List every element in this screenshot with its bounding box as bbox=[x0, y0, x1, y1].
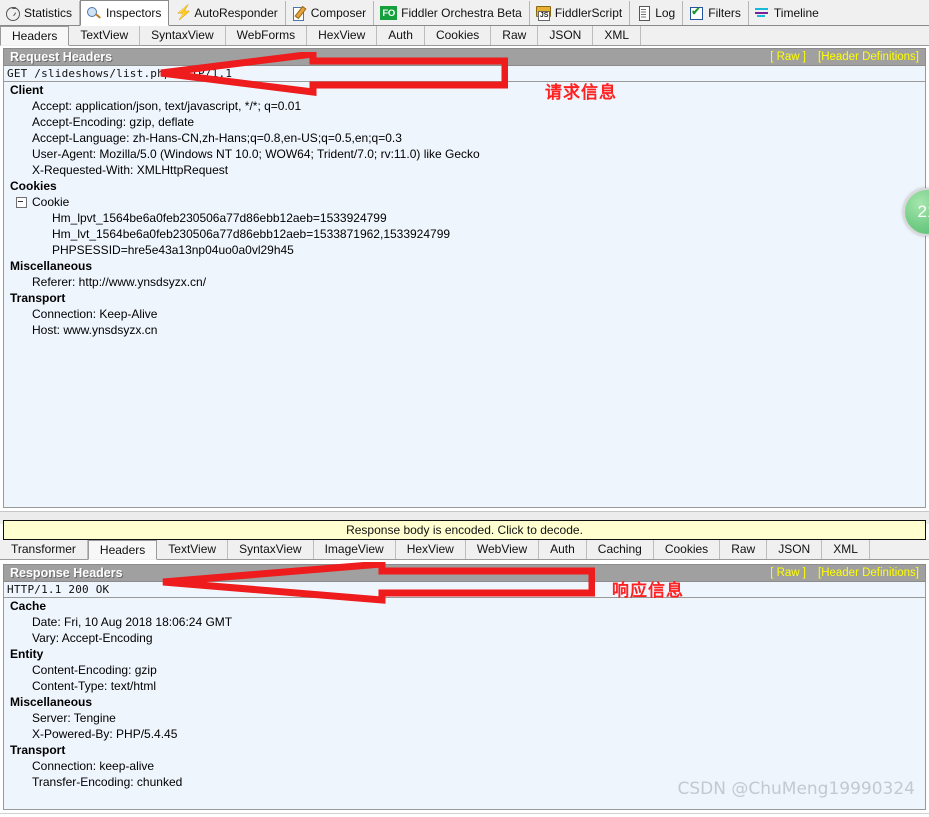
response-subtab-hexview[interactable]: HexView bbox=[396, 540, 466, 559]
cookie-node-label: Cookie bbox=[32, 195, 70, 209]
request-subtab-hexview[interactable]: HexView bbox=[307, 26, 378, 45]
request-raw-link[interactable]: [ Raw ] bbox=[770, 51, 806, 63]
timeline-bars-icon bbox=[754, 6, 770, 21]
response-subtab-json[interactable]: JSON bbox=[767, 540, 823, 559]
magnifier-icon bbox=[87, 6, 102, 21]
response-status-line: HTTP/1.1 200 OK bbox=[3, 582, 926, 598]
tab-fiddlerscript[interactable]: FiddlerScript bbox=[529, 1, 631, 25]
tab-inspectors[interactable]: Inspectors bbox=[80, 0, 170, 26]
header-item: Accept-Language: zh-Hans-CN,zh-Hans;q=0.… bbox=[32, 131, 402, 145]
response-subtab-auth[interactable]: Auth bbox=[539, 540, 587, 559]
response-subtab-webview[interactable]: WebView bbox=[466, 540, 540, 559]
header-item: Content-Encoding: gzip bbox=[32, 663, 157, 677]
tab-statistics[interactable]: Statistics bbox=[0, 1, 81, 25]
request-subtab-syntaxview[interactable]: SyntaxView bbox=[140, 26, 226, 45]
tab-label: Statistics bbox=[24, 6, 73, 20]
request-subtab-raw[interactable]: Raw bbox=[491, 26, 539, 45]
header-item: X-Powered-By: PHP/5.4.45 bbox=[32, 727, 178, 741]
tab-fiddler-orchestra-beta[interactable]: FO Fiddler Orchestra Beta bbox=[374, 1, 530, 25]
request-header-definitions-link[interactable]: [Header Definitions] bbox=[818, 51, 919, 63]
response-header-definitions-link[interactable]: [Header Definitions] bbox=[818, 567, 919, 579]
tab-label: FiddlerScript bbox=[554, 6, 623, 20]
log-document-icon bbox=[636, 5, 651, 21]
header-item: Referer: http://www.ynsdsyzx.cn/ bbox=[32, 275, 207, 289]
request-headers-body: Client Accept: application/json, text/ja… bbox=[3, 82, 926, 508]
page-bottom-edge bbox=[0, 813, 929, 817]
request-subtab-headers[interactable]: Headers bbox=[0, 25, 70, 46]
response-subtab-imageview[interactable]: ImageView bbox=[314, 540, 396, 559]
request-headers-title: Request Headers bbox=[10, 50, 113, 64]
request-subtab-xml[interactable]: XML bbox=[593, 26, 642, 45]
header-item: User-Agent: Mozilla/5.0 (Windows NT 10.0… bbox=[32, 147, 480, 161]
filters-checkbox-icon bbox=[689, 5, 704, 21]
response-headers-bar: Response Headers [ Raw ] [Header Definit… bbox=[3, 564, 926, 582]
header-group-label: Entity bbox=[10, 647, 44, 661]
header-item: Accept-Encoding: gzip, deflate bbox=[32, 115, 195, 129]
tab-label: Filters bbox=[708, 6, 741, 20]
response-subtab-headers[interactable]: Headers bbox=[87, 539, 158, 560]
tab-label: Composer bbox=[310, 6, 367, 20]
request-subtab-cookies[interactable]: Cookies bbox=[425, 26, 492, 45]
header-group-label: Transport bbox=[10, 743, 66, 757]
response-subtab-strip: Transformer Headers TextView SyntaxView … bbox=[0, 539, 929, 560]
main-tab-strip: Statistics Inspectors AutoResponder Comp… bbox=[0, 0, 929, 26]
header-group-label: Transport bbox=[10, 291, 66, 305]
tab-autoresponder[interactable]: AutoResponder bbox=[169, 1, 286, 25]
decode-banner[interactable]: Response body is encoded. Click to decod… bbox=[3, 520, 926, 540]
tab-composer[interactable]: Composer bbox=[285, 1, 375, 25]
response-subtab-caching[interactable]: Caching bbox=[587, 540, 654, 559]
fiddlerscript-icon bbox=[535, 5, 551, 21]
header-group-label: Miscellaneous bbox=[10, 695, 93, 709]
header-group-label: Cache bbox=[10, 599, 47, 613]
tab-label: Fiddler Orchestra Beta bbox=[401, 6, 522, 20]
tab-timeline[interactable]: Timeline bbox=[748, 1, 826, 25]
request-subtab-json[interactable]: JSON bbox=[538, 26, 594, 45]
response-subtab-xml[interactable]: XML bbox=[822, 540, 870, 559]
request-line: GET /slideshows/list.php HTTP/1.1 bbox=[3, 66, 926, 82]
cookie-value: Hm_lpvt_1564be6a0feb230506a77d86ebb12aeb… bbox=[52, 211, 387, 225]
header-item: Host: www.ynsdsyzx.cn bbox=[32, 323, 158, 337]
response-subtab-raw[interactable]: Raw bbox=[720, 540, 768, 559]
request-subtab-webforms[interactable]: WebForms bbox=[226, 26, 308, 45]
header-item: X-Requested-With: XMLHttpRequest bbox=[32, 163, 229, 177]
request-headers-bar: Request Headers [ Raw ] [Header Definiti… bbox=[3, 48, 926, 66]
tab-filters[interactable]: Filters bbox=[683, 1, 749, 25]
header-item: Vary: Accept-Encoding bbox=[32, 631, 153, 645]
request-annotation-text: 请求信息 bbox=[545, 83, 617, 103]
request-subtab-strip: Headers TextView SyntaxView WebForms Hex… bbox=[0, 25, 929, 46]
cookie-value: Hm_lvt_1564be6a0feb230506a77d86ebb12aeb=… bbox=[52, 227, 451, 241]
response-subtab-transformer[interactable]: Transformer bbox=[0, 540, 88, 559]
header-item: Connection: keep-alive bbox=[32, 759, 155, 773]
request-subtab-textview[interactable]: TextView bbox=[69, 26, 141, 45]
response-subtab-textview[interactable]: TextView bbox=[157, 540, 229, 559]
csdn-watermark: CSDN @ChuMeng19990324 bbox=[677, 779, 915, 799]
tab-label: Inspectors bbox=[106, 6, 162, 20]
cookie-value: PHPSESSID=hre5e43a13np04uo0a0vl29h45 bbox=[52, 243, 294, 257]
header-group-label: Cookies bbox=[10, 179, 57, 193]
tab-label: Log bbox=[655, 6, 676, 20]
lightning-bolt-icon bbox=[175, 4, 192, 21]
header-item: Accept: application/json, text/javascrip… bbox=[32, 99, 302, 113]
tab-label: AutoResponder bbox=[194, 6, 278, 20]
tab-label: Timeline bbox=[773, 6, 819, 20]
stopwatch-icon bbox=[6, 6, 20, 21]
header-group-label: Miscellaneous bbox=[10, 259, 93, 273]
header-item: Server: Tengine bbox=[32, 711, 116, 725]
collapse-minus-icon[interactable] bbox=[16, 196, 27, 208]
fo-badge-icon: FO bbox=[380, 6, 398, 20]
response-annotation-text: 响应信息 bbox=[612, 581, 684, 601]
header-item: Connection: Keep-Alive bbox=[32, 307, 158, 321]
response-subtab-syntaxview[interactable]: SyntaxView bbox=[228, 540, 314, 559]
composer-pencil-icon bbox=[292, 6, 307, 21]
response-raw-link[interactable]: [ Raw ] bbox=[770, 567, 806, 579]
header-item: Date: Fri, 10 Aug 2018 18:06:24 GMT bbox=[32, 615, 233, 629]
tab-log[interactable]: Log bbox=[630, 1, 684, 25]
header-item: Content-Type: text/html bbox=[32, 679, 157, 693]
response-subtab-cookies[interactable]: Cookies bbox=[654, 540, 721, 559]
cookie-tree-node[interactable]: Cookie bbox=[4, 194, 925, 210]
request-subtab-auth[interactable]: Auth bbox=[377, 26, 425, 45]
header-group-label: Client bbox=[10, 83, 44, 97]
